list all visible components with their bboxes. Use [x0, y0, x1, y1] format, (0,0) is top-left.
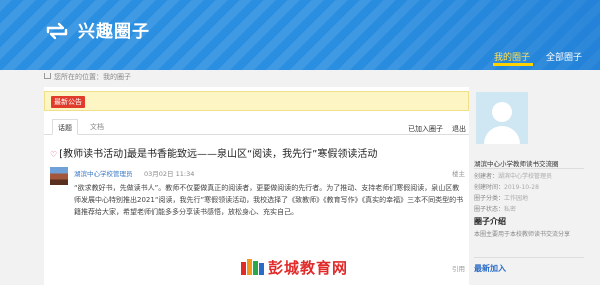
- created-value: 2019-10-28: [504, 184, 539, 191]
- category-value: 工作园地: [504, 195, 529, 202]
- intro-text: 本圈主要用于本校教师读书交流分享: [474, 231, 571, 238]
- notice-tag[interactable]: 最新公告: [51, 96, 85, 108]
- group-sidebar: 湖滨中心小学教师读书交流圈 创建者：湖滨中心学校管理员 创建时间：2019-10…: [474, 87, 584, 285]
- nav-my-groups[interactable]: 我的圈子: [494, 50, 530, 63]
- group-creator: 创建者：湖滨中心学校管理员: [474, 171, 584, 180]
- main-panel: 最新公告 话题 文档 已加入圈子 退出 ♡ [教师读书活动]最是书香能致远——泉山…: [44, 87, 469, 285]
- breadcrumb-current[interactable]: 我的圈子: [103, 73, 131, 81]
- post-author[interactable]: 湖滨中心学校管理员: [74, 168, 133, 178]
- avatar-body: [484, 126, 520, 144]
- post-title[interactable]: ♡ [教师读书活动]最是书香能致远——泉山区“阅读，我先行”寒假领读活动: [50, 145, 377, 160]
- creator-label: 创建者：: [474, 173, 499, 180]
- header-bar: 兴趣圈子 我的圈子 全部圈子: [0, 0, 600, 70]
- side-divider: [474, 257, 584, 258]
- author-avatar[interactable]: [50, 167, 68, 185]
- watermark-text: 彭城教育网: [268, 259, 349, 277]
- intro-heading: 圈子介绍: [474, 217, 506, 226]
- group-name: 湖滨中心小学教师读书交流圈: [474, 160, 559, 168]
- books-icon: [241, 259, 264, 275]
- post-floor-label: 楼主: [452, 170, 465, 178]
- quote-button[interactable]: 引用: [452, 263, 465, 273]
- group-avatar: [476, 92, 528, 144]
- post-body: “欲求教好书，先做读书人”。教师不仅要做真正的阅读者，更要做阅读的先行者。为了推…: [74, 184, 464, 216]
- tab-strip: 话题 文档: [44, 119, 469, 135]
- quit-button[interactable]: 退出: [452, 124, 466, 134]
- creator-value: 湖滨中心学校管理员: [498, 173, 553, 180]
- recent-members-heading: 最新加入: [474, 264, 506, 273]
- nav-active-indicator: [493, 63, 533, 66]
- heart-pin-icon: ♡: [50, 150, 58, 159]
- post-title-text[interactable]: [教师读书活动]最是书香能致远——泉山区“阅读，我先行”寒假领读活动: [59, 149, 377, 160]
- group-category: 圈子分类：工作园地: [474, 193, 584, 202]
- type-label: 圈子状态：: [474, 206, 505, 213]
- category-label: 圈子分类：: [474, 195, 505, 202]
- breadcrumb: 您所在的位置：我的圈子: [44, 72, 131, 82]
- side-divider: [474, 168, 584, 169]
- group-type: 圈子状态：私密: [474, 204, 584, 213]
- tab-topics[interactable]: 话题: [52, 119, 78, 135]
- sync-arrows-icon: [46, 22, 68, 40]
- nav-all-groups[interactable]: 全部圈子: [546, 50, 582, 63]
- tab-documents[interactable]: 文档: [84, 119, 110, 135]
- home-icon: [44, 73, 51, 79]
- group-created: 创建时间：2019-10-28: [474, 182, 584, 191]
- avatar-head: [492, 102, 512, 122]
- type-value: 私密: [504, 206, 517, 213]
- breadcrumb-prefix: 您所在的位置：: [54, 73, 103, 81]
- joined-status: 已加入圈子: [408, 125, 443, 133]
- created-label: 创建时间：: [474, 184, 505, 191]
- post-date: 03月02日 11:34: [144, 170, 195, 178]
- notice-bar: 最新公告: [44, 91, 469, 111]
- app-title: 兴趣圈子: [78, 22, 150, 42]
